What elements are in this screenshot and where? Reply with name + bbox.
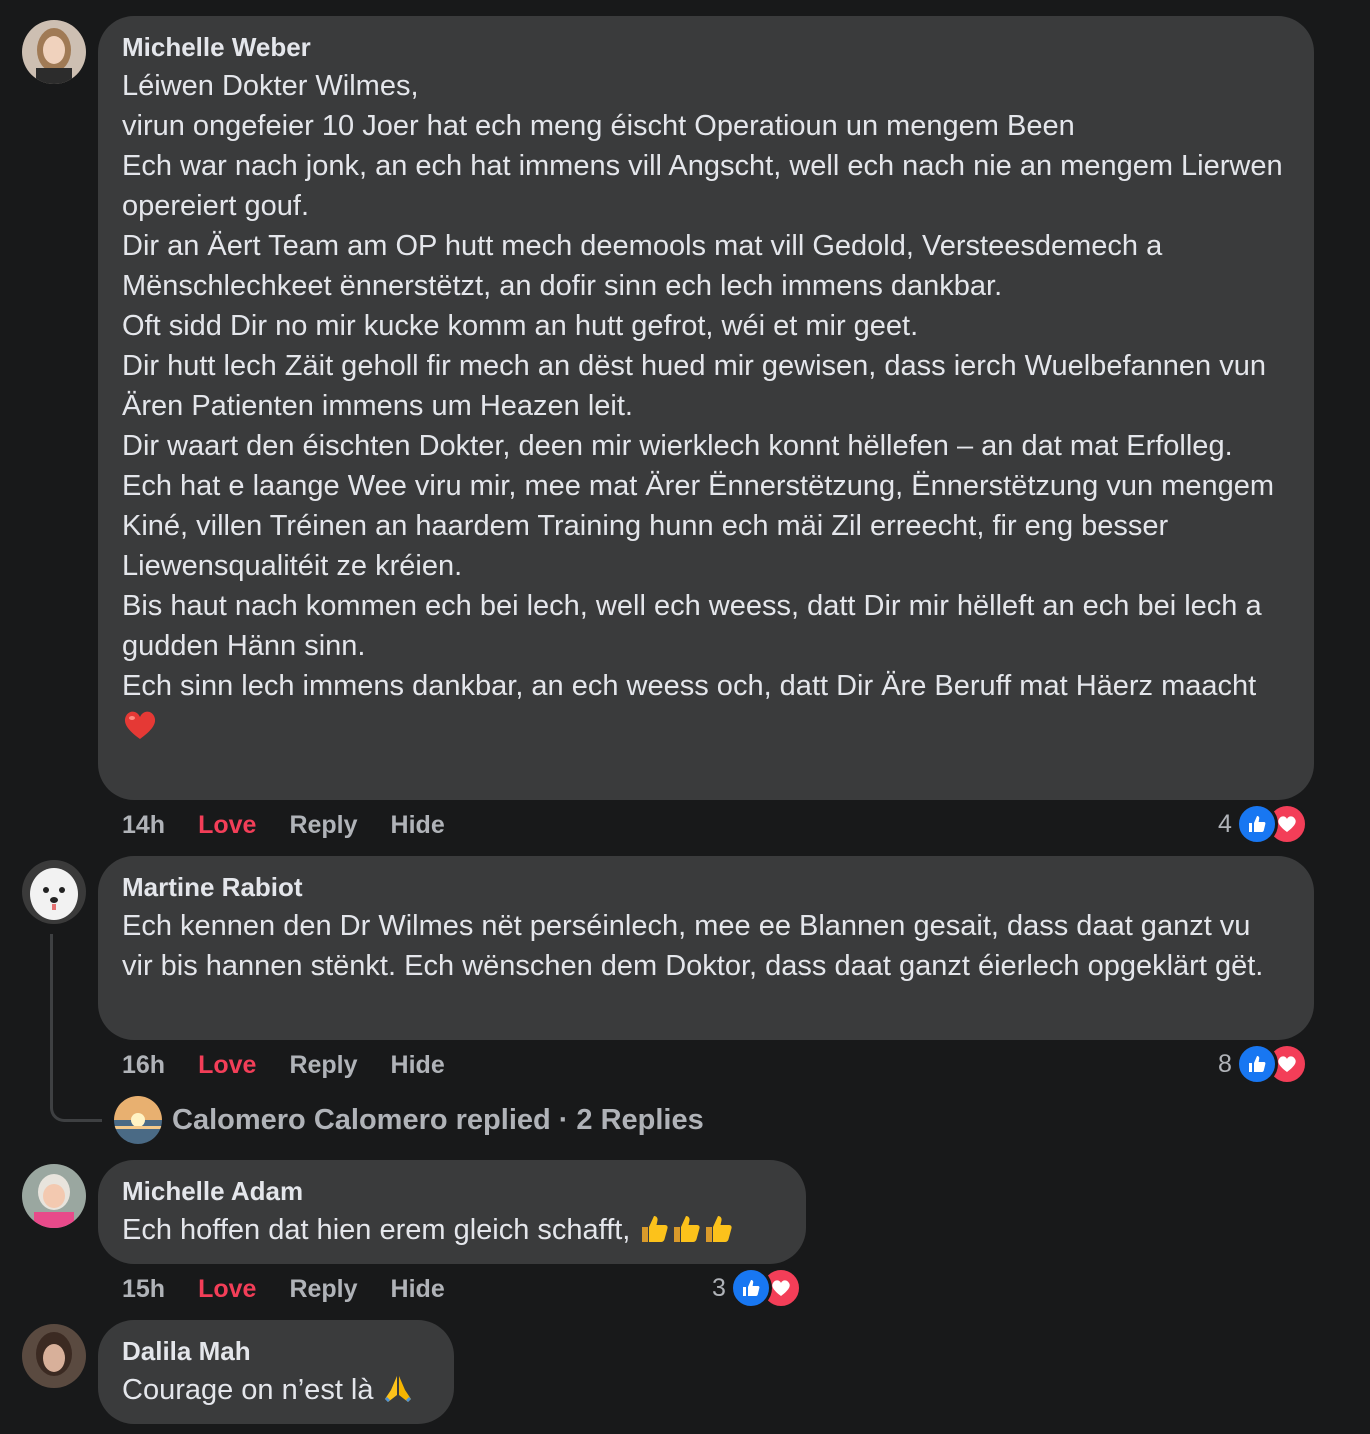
- comment-actions: 14h Love Reply Hide: [122, 805, 478, 845]
- like-icon: [1235, 1043, 1278, 1085]
- reply-button[interactable]: Reply: [289, 1275, 357, 1304]
- avatar-martine-rabiot[interactable]: [22, 860, 86, 924]
- reply-button[interactable]: Reply: [289, 811, 357, 840]
- comment-text: Ech hoffen dat hien erem gleich schafft,: [122, 1210, 780, 1256]
- comment-timestamp[interactable]: 14h: [122, 811, 165, 840]
- comment-text: Léiwen Dokter Wilmes, virun ongefeier 10…: [122, 66, 1288, 752]
- reaction-summary[interactable]: 4: [1218, 803, 1308, 845]
- hide-button[interactable]: Hide: [391, 811, 445, 840]
- love-button[interactable]: Love: [198, 1275, 256, 1304]
- comment-bubble: Dalila Mah Courage on n’est là: [98, 1320, 454, 1424]
- comment-body: Courage on n’est là: [122, 1374, 374, 1406]
- replies-separator: ·: [558, 1103, 569, 1136]
- comment-bubble: Michelle Weber Léiwen Dokter Wilmes, vir…: [98, 16, 1314, 800]
- comment-author[interactable]: Michelle Weber: [122, 30, 1288, 64]
- reaction-summary[interactable]: 8: [1218, 1043, 1308, 1085]
- comment-bubble: Michelle Adam Ech hoffen dat hien erem g…: [98, 1160, 806, 1264]
- hide-button[interactable]: Hide: [391, 1275, 445, 1304]
- comment-timestamp[interactable]: 16h: [122, 1051, 165, 1080]
- thumbs-up-emoji: [670, 1213, 702, 1256]
- comment-author[interactable]: Michelle Adam: [122, 1174, 780, 1208]
- comment-text: Ech kennen den Dr Wilmes nët perséinlech…: [122, 910, 1264, 982]
- comment-timestamp[interactable]: 15h: [122, 1275, 165, 1304]
- like-icon: [1235, 803, 1278, 845]
- love-button[interactable]: Love: [198, 811, 256, 840]
- like-icon: [729, 1267, 772, 1309]
- reaction-count: 8: [1218, 1049, 1232, 1078]
- reply-button[interactable]: Reply: [289, 1051, 357, 1080]
- comment-author[interactable]: Dalila Mah: [122, 1334, 428, 1368]
- replier-text: Calomero Calomero replied: [172, 1103, 551, 1136]
- avatar-michelle-weber[interactable]: [22, 20, 86, 84]
- replier-avatar: [114, 1096, 162, 1144]
- reaction-count: 4: [1218, 809, 1232, 838]
- comment-bubble: Martine Rabiot Ech kennen den Dr Wilmes …: [98, 856, 1314, 1040]
- love-button[interactable]: Love: [198, 1051, 256, 1080]
- avatar-dalila-mah[interactable]: [22, 1324, 86, 1388]
- reaction-count: 3: [712, 1273, 726, 1302]
- avatar-michelle-adam[interactable]: [22, 1164, 86, 1228]
- comment-actions: 15h Love Reply Hide: [122, 1269, 478, 1309]
- comment-body: Ech hoffen dat hien erem gleich schafft,: [122, 1214, 631, 1246]
- reaction-summary[interactable]: 3: [712, 1267, 802, 1309]
- thumbs-up-emoji: [702, 1213, 734, 1256]
- comment-actions: 16h Love Reply Hide: [122, 1045, 478, 1085]
- view-replies-link[interactable]: Calomero Calomero replied · 2 Replies: [114, 1096, 704, 1144]
- comment-author[interactable]: Martine Rabiot: [122, 870, 1288, 904]
- folded-hands-emoji: [382, 1373, 414, 1416]
- replies-count: 2 Replies: [576, 1103, 704, 1136]
- thread-connector: [50, 934, 102, 1122]
- comment-text: Courage on n’est là: [122, 1370, 428, 1416]
- comment-body: Léiwen Dokter Wilmes, virun ongefeier 10…: [122, 70, 1283, 702]
- hide-button[interactable]: Hide: [391, 1051, 445, 1080]
- thumbs-up-emoji: [638, 1213, 670, 1256]
- heart-emoji: [122, 709, 158, 752]
